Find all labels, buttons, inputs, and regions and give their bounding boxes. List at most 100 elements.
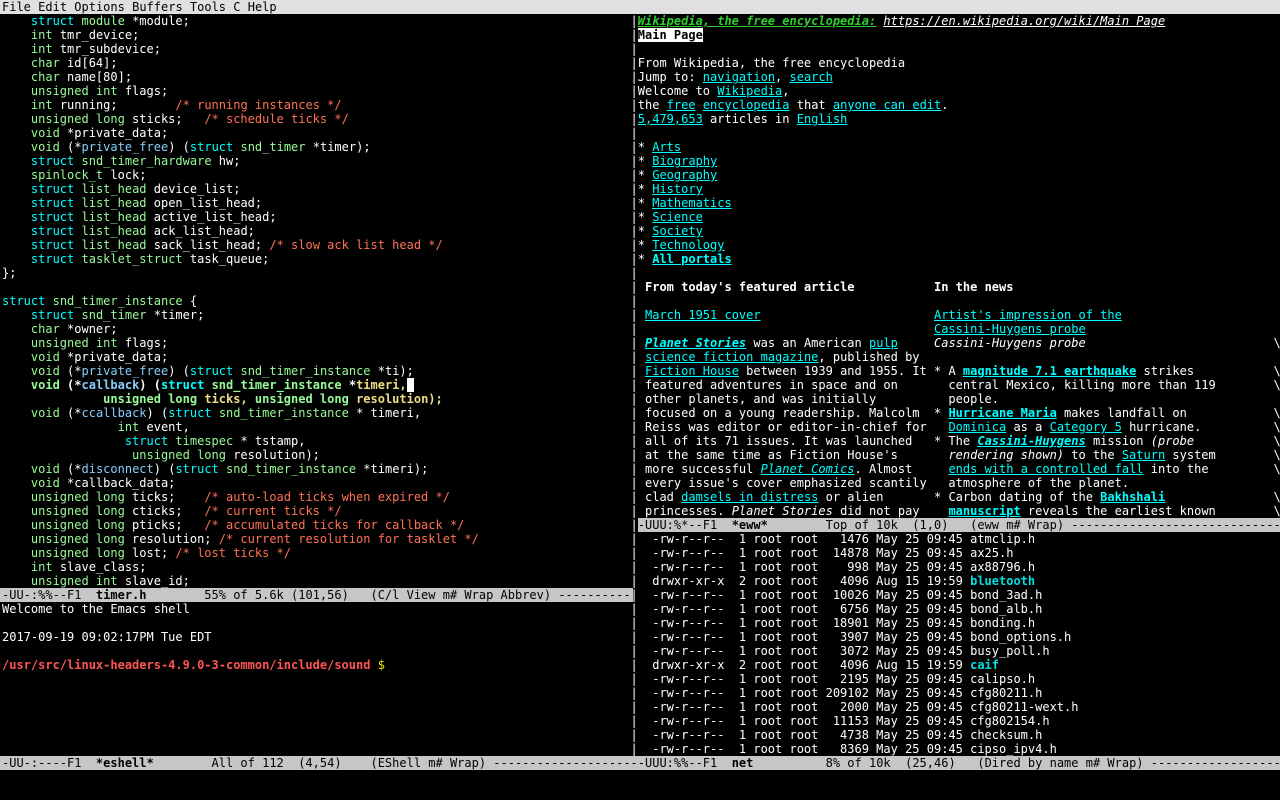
menu-item-tools[interactable]: Tools xyxy=(190,0,226,14)
dired-file-name[interactable]: ax25.h xyxy=(970,546,1013,560)
link-earthquake[interactable]: magnitude 7.1 earthquake xyxy=(963,364,1136,378)
menu-item-c[interactable]: C xyxy=(233,0,240,14)
link-march-1951-cover[interactable]: March 1951 cover xyxy=(645,308,761,322)
text-segment: * xyxy=(638,224,652,238)
text-segment xyxy=(74,308,81,322)
dired-file-name[interactable]: cfg802154.h xyxy=(970,714,1049,728)
menu-item-help[interactable]: Help xyxy=(248,0,277,14)
menu-item-edit[interactable]: Edit xyxy=(38,0,67,14)
link-english[interactable]: English xyxy=(797,112,848,126)
dired-file-name[interactable]: cipso_ipv4.h xyxy=(970,742,1057,756)
text-segment: * xyxy=(638,238,652,252)
window-eww-buffer-line-29: Reiss was editor or editor-in-chief for … xyxy=(638,420,1280,434)
window-dired-buffer-line-10: drwxr-xr-x 2 root root 4096 Aug 15 19:59… xyxy=(638,658,1280,672)
link-technology[interactable]: Technology xyxy=(652,238,724,252)
link-science[interactable]: Science xyxy=(652,210,703,224)
menu-item-options[interactable]: Options xyxy=(74,0,125,14)
text-segment: -rw-r--r-- 1 root root 2000 May 25 09:45 xyxy=(638,700,970,714)
dired-file-name[interactable]: bond_3ad.h xyxy=(970,588,1042,602)
window-eww-buffer-line-33: every issue's cover emphasized scantily … xyxy=(638,476,1280,490)
menu-item-buffers[interactable]: Buffers xyxy=(132,0,183,14)
window-timer-h-buffer-line-28: unsigned long ticks, unsigned long resol… xyxy=(2,392,631,406)
dired-directory-name[interactable]: bluetooth xyxy=(970,574,1035,588)
text-segment xyxy=(147,588,205,602)
link-geography[interactable]: Geography xyxy=(652,168,717,182)
link-anyone-can-edit[interactable]: anyone can edit xyxy=(833,98,941,112)
link-artists-impression[interactable]: Artist's impression of the xyxy=(934,308,1122,322)
link-planet-stories[interactable]: Planet Stories xyxy=(645,336,746,350)
link-bakhshali-manuscript[interactable]: manuscript xyxy=(948,504,1020,518)
link-pulp-magazine[interactable]: pulp xyxy=(869,336,898,350)
window-dired-buffer[interactable]: -rw-r--r-- 1 root root 1476 May 25 09:45… xyxy=(638,532,1280,756)
dired-file-name[interactable]: cfg80211-wext.h xyxy=(970,700,1078,714)
dired-file-name[interactable]: bond_alb.h xyxy=(970,602,1042,616)
text-segment: /* running instances */ xyxy=(175,98,341,112)
link-dominica[interactable]: Dominica xyxy=(948,420,1006,434)
dired-directory-name[interactable]: caif xyxy=(970,658,999,672)
link-damsels-in-distress[interactable]: damsels in distress xyxy=(681,490,818,504)
text-segment xyxy=(2,126,31,140)
page-title: Main Page xyxy=(638,28,703,42)
line-wrap-indicator: \ xyxy=(1274,420,1280,434)
link-arts[interactable]: Arts xyxy=(652,140,681,154)
text-segment xyxy=(2,252,31,266)
dired-file-name[interactable]: atmclip.h xyxy=(970,532,1035,546)
dired-file-name[interactable]: checksum.h xyxy=(970,728,1042,742)
link-navigation[interactable]: navigation xyxy=(703,70,775,84)
link-article-count[interactable]: 5,479,653 xyxy=(638,112,703,126)
dired-file-name[interactable]: calipso.h xyxy=(970,672,1035,686)
menu-item-file[interactable]: File xyxy=(2,0,31,14)
text-segment xyxy=(2,350,31,364)
link-society[interactable]: Society xyxy=(652,224,703,238)
text-segment: unsigned long xyxy=(31,518,125,532)
link-history[interactable]: History xyxy=(652,182,703,196)
text-segment xyxy=(2,14,31,28)
eww-page-url[interactable]: https://en.wikipedia.org/wiki/Main Page xyxy=(883,14,1165,28)
window-timer-h-buffer-line-27: void (*callback) (struct snd_timer_insta… xyxy=(2,378,631,392)
dired-file-name[interactable]: busy_poll.h xyxy=(970,644,1049,658)
link-bakhshali-manuscript[interactable]: Bakhshali xyxy=(1100,490,1165,504)
link-wikipedia[interactable]: Wikipedia xyxy=(717,84,782,98)
link-cassini-huygens[interactable]: Cassini-Huygens xyxy=(977,434,1085,448)
text-segment: sticks; xyxy=(125,112,204,126)
link-encyclopedia[interactable]: encyclopedia xyxy=(703,98,790,112)
text-segment: { xyxy=(183,294,197,308)
text-segment xyxy=(2,112,31,126)
text-segment xyxy=(2,28,31,42)
link-free[interactable]: free xyxy=(667,98,696,112)
link-planet-comics[interactable]: Planet Comics xyxy=(761,462,855,476)
text-segment: (* xyxy=(60,378,82,392)
text-segment: /* schedule ticks */ xyxy=(204,112,349,126)
window-timer-h-buffer-line-11: struct snd_timer_hardware hw; xyxy=(2,154,631,168)
text-segment: struct xyxy=(31,308,74,322)
window-eww-buffer-line-4: Jump to: navigation, search xyxy=(638,70,1280,84)
window-eshell-buffer[interactable]: Welcome to the Emacs shell2017-09-19 09:… xyxy=(2,602,631,756)
window-timer-h-buffer[interactable]: struct module *module; int tmr_device; i… xyxy=(2,14,631,588)
link-science-fiction-magazine[interactable]: science fiction magazine xyxy=(645,350,818,364)
dired-file-name[interactable]: bond_options.h xyxy=(970,630,1071,644)
link-search[interactable]: search xyxy=(790,70,833,84)
link-biography[interactable]: Biography xyxy=(652,154,717,168)
link-artists-impression[interactable]: Cassini-Huygens probe xyxy=(934,322,1086,336)
text-segment: * xyxy=(638,182,652,196)
window-eww-buffer-line-20 xyxy=(638,294,1280,308)
window-dired-buffer-line-1: -rw-r--r-- 1 root root 1476 May 25 09:45… xyxy=(638,532,1280,546)
menu-bar[interactable]: File Edit Options Buffers Tools C Help xyxy=(0,0,1280,14)
dired-file-name[interactable]: bonding.h xyxy=(970,616,1035,630)
text-segment: struct xyxy=(31,196,74,210)
link-mathematics[interactable]: Mathematics xyxy=(652,196,731,210)
text-segment: char xyxy=(31,322,60,336)
window-eww-buffer[interactable]: Main PageFrom Wikipedia, the free encycl… xyxy=(638,28,1280,518)
link-saturn[interactable]: Saturn xyxy=(1122,448,1165,462)
text-segment: struct xyxy=(125,434,168,448)
link-category-5[interactable]: Category 5 xyxy=(1050,420,1122,434)
dired-file-name[interactable]: ax88796.h xyxy=(970,560,1035,574)
link-fiction-house[interactable]: Fiction House xyxy=(645,364,739,378)
link-hurricane-maria[interactable]: Hurricane Maria xyxy=(948,406,1056,420)
link-controlled-fall[interactable]: ends with a controlled fall xyxy=(948,462,1143,476)
link-all-portals[interactable]: All portals xyxy=(652,252,731,266)
dired-file-name[interactable]: cfg80211.h xyxy=(970,686,1042,700)
buffer-name: timer.h xyxy=(96,588,147,602)
window-timer-h-buffer-line-15: struct list_head active_list_head; xyxy=(2,210,631,224)
text-segment xyxy=(74,210,81,224)
